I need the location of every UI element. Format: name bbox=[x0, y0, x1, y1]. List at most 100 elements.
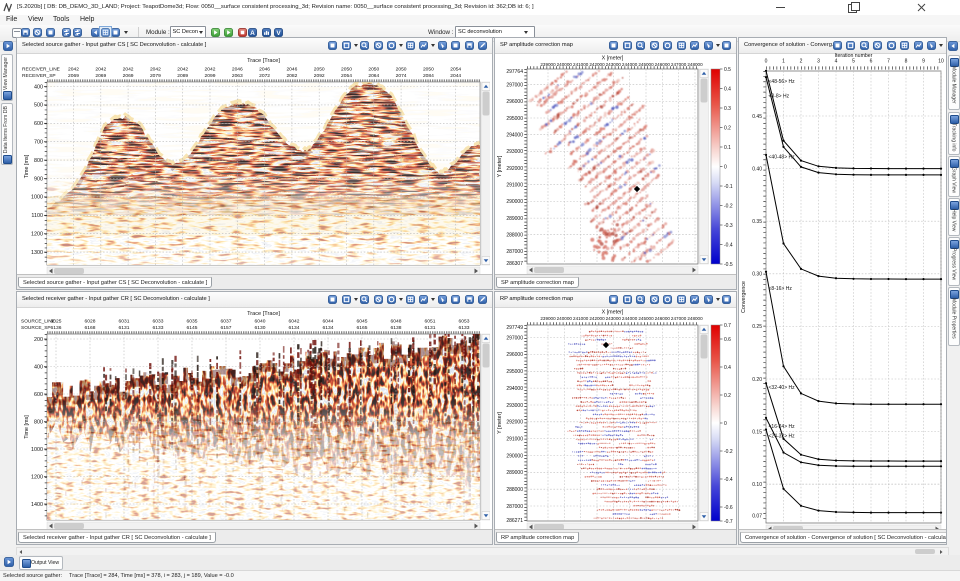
svg-text:700: 700 bbox=[34, 140, 43, 146]
svg-text:X [meter]: X [meter] bbox=[602, 310, 624, 316]
svg-text:296000: 296000 bbox=[506, 352, 523, 358]
svg-text:<32-40> Hz: <32-40> Hz bbox=[769, 385, 796, 391]
svg-text:1300: 1300 bbox=[31, 250, 43, 256]
svg-text:Trace [Trace]: Trace [Trace] bbox=[247, 58, 280, 64]
svg-text:<24-32> Hz: <24-32> Hz bbox=[769, 433, 796, 439]
svg-text:9: 9 bbox=[922, 59, 925, 65]
svg-text:240000: 240000 bbox=[557, 62, 573, 67]
svg-text:6025: 6025 bbox=[51, 319, 62, 325]
svg-text:-0.3: -0.3 bbox=[724, 223, 733, 229]
svg-text:2084: 2084 bbox=[423, 73, 434, 79]
svg-text:6048: 6048 bbox=[391, 319, 402, 325]
svg-text:6168: 6168 bbox=[85, 325, 96, 331]
svg-text:2050: 2050 bbox=[314, 67, 325, 73]
svg-text:6134: 6134 bbox=[323, 325, 334, 331]
svg-text:247000: 247000 bbox=[671, 316, 687, 321]
svg-text:0.25: 0.25 bbox=[752, 324, 762, 330]
svg-text:6: 6 bbox=[870, 59, 873, 65]
svg-text:0.3: 0.3 bbox=[724, 106, 731, 112]
svg-text:247000: 247000 bbox=[671, 62, 687, 67]
svg-text:2046: 2046 bbox=[259, 67, 270, 73]
svg-text:294000: 294000 bbox=[506, 386, 523, 392]
svg-text:2042: 2042 bbox=[123, 67, 134, 73]
svg-text:296000: 296000 bbox=[506, 99, 523, 105]
svg-text:248000: 248000 bbox=[687, 62, 703, 67]
svg-text:6045: 6045 bbox=[357, 319, 368, 325]
svg-text:0.7: 0.7 bbox=[724, 323, 731, 329]
svg-text:243000: 243000 bbox=[606, 316, 622, 321]
svg-text:295000: 295000 bbox=[506, 369, 523, 375]
svg-text:246000: 246000 bbox=[655, 316, 671, 321]
svg-text:8: 8 bbox=[905, 59, 908, 65]
svg-text:X [meter]: X [meter] bbox=[602, 56, 624, 62]
svg-text:Y [meter]: Y [meter] bbox=[497, 412, 503, 434]
svg-text:1100: 1100 bbox=[31, 213, 43, 219]
svg-text:2099: 2099 bbox=[205, 73, 216, 79]
svg-text:0.45: 0.45 bbox=[752, 114, 762, 120]
svg-text:<0-8> Hz: <0-8> Hz bbox=[769, 94, 790, 100]
svg-text:Convergence: Convergence bbox=[741, 281, 747, 313]
svg-text:2092: 2092 bbox=[314, 73, 325, 79]
svg-text:6133: 6133 bbox=[459, 325, 470, 331]
svg-text:2042: 2042 bbox=[68, 67, 79, 73]
svg-text:2064: 2064 bbox=[368, 73, 379, 79]
svg-text:244000: 244000 bbox=[622, 62, 638, 67]
svg-text:2042: 2042 bbox=[95, 67, 106, 73]
svg-text:1000: 1000 bbox=[31, 195, 43, 201]
svg-text:0.2: 0.2 bbox=[724, 393, 731, 399]
svg-text:7: 7 bbox=[887, 59, 890, 65]
svg-text:6165: 6165 bbox=[357, 325, 368, 331]
svg-text:6130: 6130 bbox=[255, 325, 266, 331]
svg-text:2050: 2050 bbox=[368, 67, 379, 73]
svg-text:RECEIVER_SP: RECEIVER_SP bbox=[22, 73, 56, 79]
svg-text:<40-48> Hz: <40-48> Hz bbox=[769, 155, 796, 161]
svg-text:-0.5: -0.5 bbox=[724, 262, 733, 268]
svg-text:Time [ms]: Time [ms] bbox=[24, 415, 30, 439]
svg-text:2042: 2042 bbox=[150, 67, 161, 73]
svg-text:288000: 288000 bbox=[506, 487, 523, 493]
svg-text:2050: 2050 bbox=[396, 67, 407, 73]
svg-text:10: 10 bbox=[938, 59, 944, 65]
svg-text:6136: 6136 bbox=[51, 325, 62, 331]
svg-text:240000: 240000 bbox=[557, 316, 573, 321]
svg-text:1: 1 bbox=[782, 59, 785, 65]
svg-text:-0.6: -0.6 bbox=[724, 505, 733, 511]
svg-text:0.20: 0.20 bbox=[752, 377, 762, 383]
svg-text:0.4: 0.4 bbox=[724, 365, 731, 371]
svg-text:6035: 6035 bbox=[187, 319, 198, 325]
svg-text:6042: 6042 bbox=[289, 319, 300, 325]
svg-text:2: 2 bbox=[800, 59, 803, 65]
svg-text:-0.4: -0.4 bbox=[724, 477, 733, 483]
svg-text:2069: 2069 bbox=[95, 73, 106, 79]
svg-text:6053: 6053 bbox=[459, 319, 470, 325]
svg-text:2054: 2054 bbox=[341, 73, 352, 79]
svg-text:900: 900 bbox=[34, 176, 43, 182]
svg-text:2063: 2063 bbox=[232, 73, 243, 79]
svg-text:291000: 291000 bbox=[506, 436, 523, 442]
svg-text:6031: 6031 bbox=[119, 319, 130, 325]
svg-text:2069: 2069 bbox=[68, 73, 79, 79]
svg-text:5: 5 bbox=[852, 59, 855, 65]
svg-text:Time [ms]: Time [ms] bbox=[24, 154, 30, 178]
svg-text:293000: 293000 bbox=[506, 149, 523, 155]
svg-text:0: 0 bbox=[724, 164, 727, 170]
svg-text:290000: 290000 bbox=[506, 199, 523, 205]
svg-text:4: 4 bbox=[835, 59, 838, 65]
svg-text:Y [meter]: Y [meter] bbox=[497, 155, 503, 177]
svg-text:297764: 297764 bbox=[506, 69, 523, 75]
svg-text:3: 3 bbox=[817, 59, 820, 65]
svg-text:294000: 294000 bbox=[506, 133, 523, 139]
svg-text:-0.2: -0.2 bbox=[724, 203, 733, 209]
svg-text:0.1: 0.1 bbox=[724, 145, 731, 151]
svg-text:2050: 2050 bbox=[341, 67, 352, 73]
svg-text:2074: 2074 bbox=[396, 73, 407, 79]
svg-text:289000: 289000 bbox=[506, 470, 523, 476]
svg-text:<8-16> Hz: <8-16> Hz bbox=[769, 286, 793, 292]
svg-text:0.35: 0.35 bbox=[752, 219, 762, 225]
svg-text:287000: 287000 bbox=[506, 249, 523, 255]
svg-text:2082: 2082 bbox=[286, 73, 297, 79]
svg-text:295000: 295000 bbox=[506, 116, 523, 122]
svg-text:1400: 1400 bbox=[31, 502, 43, 508]
svg-text:SOURCE_SP: SOURCE_SP bbox=[21, 325, 51, 331]
svg-text:0.15: 0.15 bbox=[752, 429, 762, 435]
